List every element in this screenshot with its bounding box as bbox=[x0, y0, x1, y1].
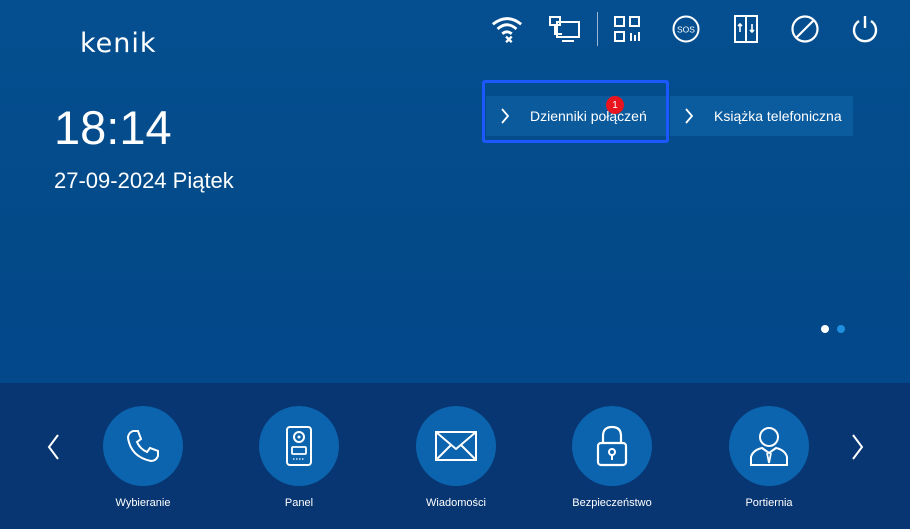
dock-app-security[interactable]: Bezpieczeństwo bbox=[572, 406, 652, 509]
padlock-icon[interactable] bbox=[572, 406, 652, 486]
page-dot-inactive[interactable] bbox=[821, 325, 829, 333]
phonebook-button[interactable]: Książka telefoniczna bbox=[670, 96, 853, 136]
dock-app-dialing[interactable]: Wybieranie bbox=[103, 406, 183, 509]
chevron-right-icon bbox=[852, 434, 864, 460]
concierge-icon[interactable] bbox=[729, 406, 809, 486]
dock-prev-arrow[interactable] bbox=[43, 432, 63, 462]
network-monitor-icon[interactable] bbox=[548, 12, 582, 46]
phonebook-label: Książka telefoniczna bbox=[714, 108, 842, 124]
qr-code-icon[interactable] bbox=[610, 12, 644, 46]
do-not-disturb-icon[interactable] bbox=[788, 12, 822, 46]
wifi-disconnected-icon[interactable] bbox=[490, 12, 524, 46]
status-divider bbox=[597, 12, 598, 46]
dock-app-label: Wybieranie bbox=[115, 497, 171, 509]
dock-app-panel[interactable]: Panel bbox=[259, 406, 339, 509]
kenik-logo: kenik bbox=[80, 28, 157, 59]
dock-app-label: Bezpieczeństwo bbox=[572, 497, 652, 509]
selection-highlight bbox=[482, 80, 669, 143]
dock-app-label: Portiernia bbox=[745, 497, 793, 509]
clock-date: 27-09-2024 Piątek bbox=[54, 168, 234, 193]
chevron-left-icon bbox=[47, 434, 59, 460]
power-icon[interactable] bbox=[848, 12, 882, 46]
sos-icon[interactable]: SOS bbox=[669, 12, 703, 46]
door-elevator-icon[interactable] bbox=[729, 12, 763, 46]
dock-app-label: Panel bbox=[284, 497, 314, 509]
envelope-icon[interactable] bbox=[416, 406, 496, 486]
missed-calls-badge: 1 bbox=[606, 96, 624, 114]
phone-icon[interactable] bbox=[103, 406, 183, 486]
sos-label: SOS bbox=[677, 25, 695, 35]
dock-app-messages[interactable]: Wiadomości bbox=[416, 406, 496, 509]
dock-app-label: Wiadomości bbox=[426, 497, 486, 509]
door-panel-icon[interactable] bbox=[259, 406, 339, 486]
clock-time: 18:14 bbox=[54, 101, 172, 154]
dock-app-concierge[interactable]: Portiernia bbox=[729, 406, 809, 509]
dock-next-arrow[interactable] bbox=[848, 432, 868, 462]
chevron-right-icon bbox=[684, 107, 704, 125]
page-dot-active[interactable] bbox=[837, 325, 845, 333]
